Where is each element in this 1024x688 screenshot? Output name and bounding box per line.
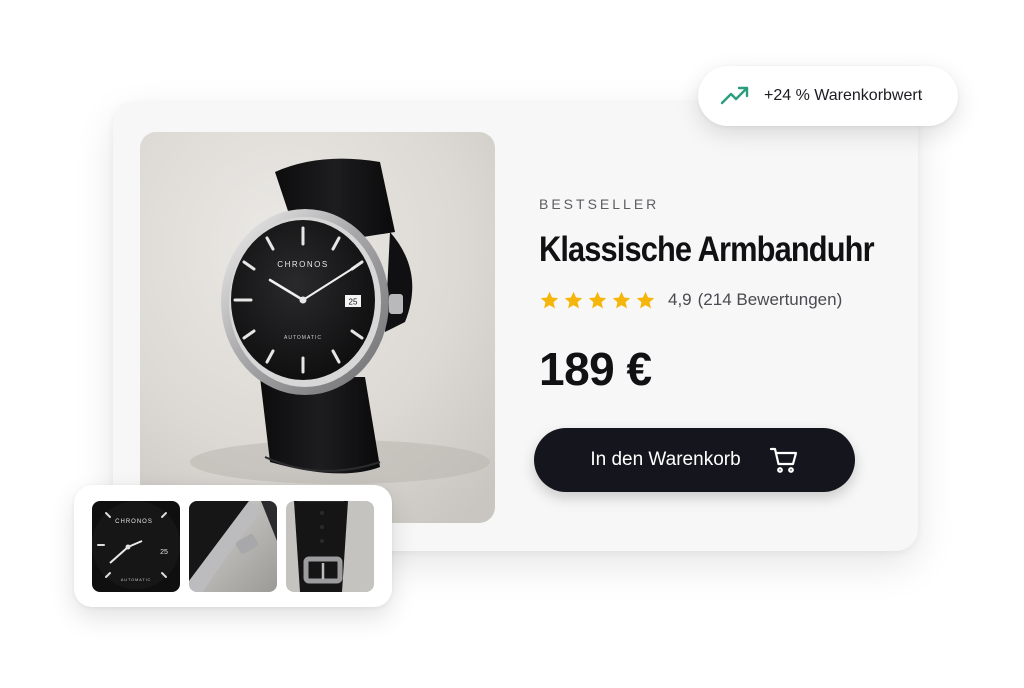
badge-text: +24 % Warenkorbwert — [764, 87, 923, 104]
star-icon — [564, 291, 583, 308]
thumb-date: 25 — [160, 549, 168, 556]
rating-stars — [539, 290, 656, 311]
add-to-cart-label: In den Warenkorb — [590, 449, 741, 470]
thumb-subtitle: AUTOMATIC — [121, 577, 151, 582]
bestseller-label: BESTSELLER — [539, 196, 660, 212]
product-title: Klassische Armbanduhr — [539, 230, 875, 269]
add-to-cart-button[interactable]: In den Warenkorb — [534, 428, 855, 492]
watch-subtitle: AUTOMATIC — [284, 335, 322, 341]
rating-count: (214 Bewertungen) — [697, 290, 843, 309]
thumbnail-strap[interactable] — [286, 500, 374, 592]
thumbnail-dial[interactable]: CHRONOS 25 AUTOMATIC — [92, 500, 180, 592]
product-price: 189 € — [539, 343, 652, 395]
rating-value: 4,9 — [668, 290, 692, 309]
product-info: BESTSELLER Klassische Armbanduhr 4,9 (21… — [539, 196, 899, 396]
product-rating: 4,9 (214 Bewertungen) — [539, 288, 899, 312]
shopping-cart-icon — [769, 447, 797, 473]
conversion-badge: +24 % Warenkorbwert — [698, 66, 958, 126]
thumb-brand: CHRONOS — [115, 519, 153, 525]
watch-brand: CHRONOS — [277, 260, 328, 269]
star-icon — [540, 291, 559, 308]
star-icon — [636, 291, 655, 308]
product-image: 25 CHRONOS AUTOMATIC — [140, 132, 495, 523]
watch-date: 25 — [349, 298, 358, 307]
star-icon — [588, 291, 607, 308]
star-icon — [612, 291, 631, 308]
trending-up-icon — [720, 86, 749, 105]
thumbnail-gallery: CHRONOS 25 AUTOMATIC — [74, 485, 392, 607]
thumbnail-crown[interactable] — [189, 500, 277, 592]
